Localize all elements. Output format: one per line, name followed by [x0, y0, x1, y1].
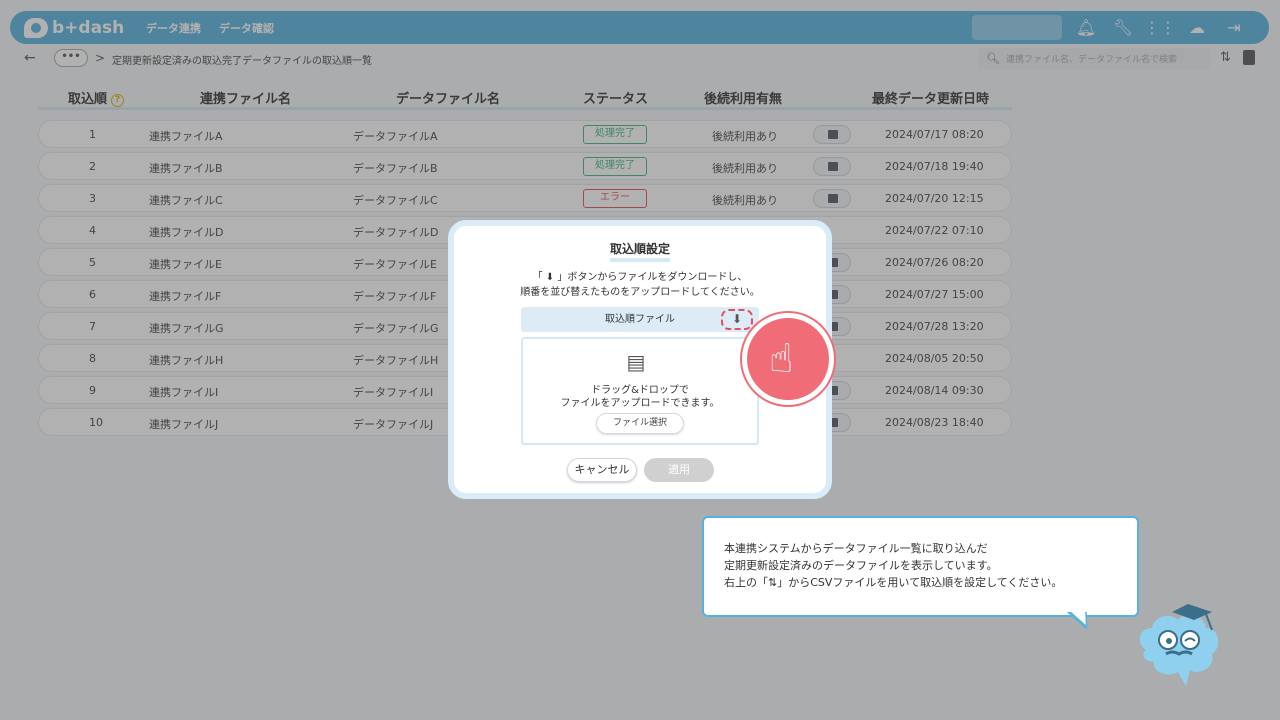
upload-file-icon: ▤	[626, 350, 646, 374]
file-drop-zone[interactable]: ▤ ドラッグ&ドロップで ファイルをアップロードできます。 ファイル選択	[521, 337, 759, 445]
modal-title: 取込順設定	[609, 242, 670, 256]
file-label: 取込順ファイル	[605, 314, 675, 325]
file-select-button[interactable]: ファイル選択	[596, 413, 684, 434]
tutorial-pointer: ☝	[742, 313, 834, 405]
apply-button[interactable]: 適用	[644, 458, 714, 482]
title-underline	[610, 258, 670, 262]
pointing-hand-icon: ☝	[769, 336, 794, 382]
download-icon[interactable]: ⬇	[721, 309, 753, 330]
modal-description: 「 ⬇ 」ボタンからファイルをダウンロードし、 順番を並び替えたものをアップロー…	[520, 272, 760, 298]
import-order-file-row: 取込順ファイル ⬇	[521, 307, 759, 332]
cancel-button[interactable]: キャンセル	[567, 458, 637, 482]
mascot-icon	[1139, 604, 1219, 686]
tutorial-tooltip: 本連携システムからデータファイル一覧に取り込んだ 定期更新設定済みのデータファイ…	[702, 516, 1139, 617]
drop-instructions: ドラッグ&ドロップで ファイルをアップロードできます。	[560, 385, 720, 409]
tooltip-text: 本連携システムからデータファイル一覧に取り込んだ 定期更新設定済みのデータファイ…	[724, 542, 1063, 589]
